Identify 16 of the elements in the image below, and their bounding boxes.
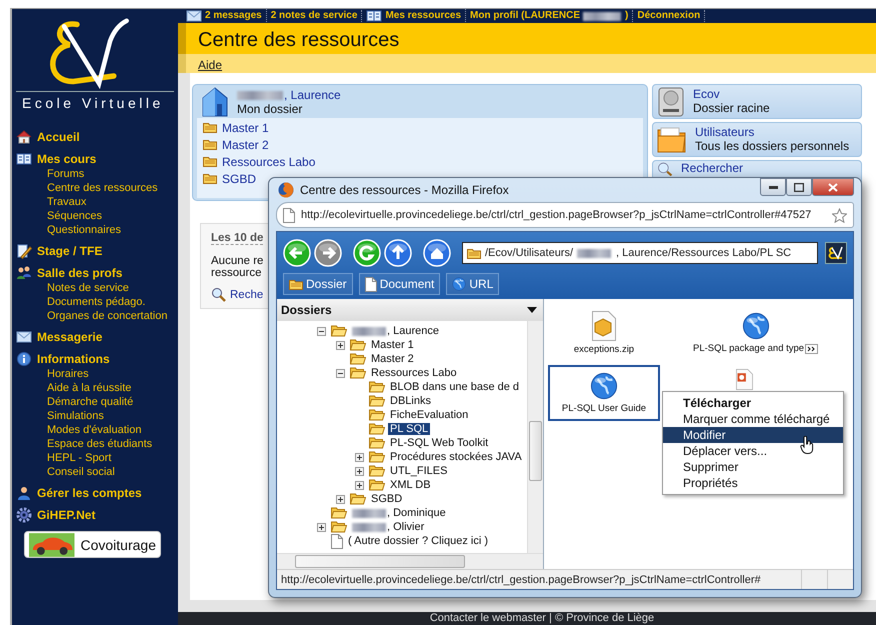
logo-text: Ecole Virtuelle <box>16 91 174 111</box>
shortcut-subtitle: Tous les dossiers personnels <box>695 139 850 153</box>
recent-text: Aucune re <box>211 255 264 267</box>
file-name: PL-SQL User Guide <box>562 403 646 414</box>
file-name: exceptions.zip <box>574 344 634 355</box>
page-title: Centre des ressources <box>178 23 876 54</box>
footer-text: Contacter le webmaster | © Province de Liège <box>178 612 876 625</box>
recent-text: ressource <box>211 267 262 279</box>
window-title: Centre des ressources - Mozilla Firefox <box>300 183 509 197</box>
shortcut-subtitle: Dossier racine <box>693 101 770 115</box>
url-text: http://ecolevirtuelle.provincedeliege.be/ctrl/ctrl_gestion.pageBrowser?p_jsCtrlName=ctrlController#47527 <box>301 209 812 221</box>
recent-title: Les 10 de <box>211 232 264 245</box>
status-text: http://ecolevirtuelle.provincedeliege.be/ctrl/ctrl_gestion.pageBrowser?p_jsCtrlName=ctrlController# <box>280 574 762 586</box>
tree-title: Dossiers <box>281 303 332 317</box>
folder-subtitle: Mon dossier <box>237 102 304 116</box>
file-name: PL-SQL package and type <box>693 343 818 354</box>
